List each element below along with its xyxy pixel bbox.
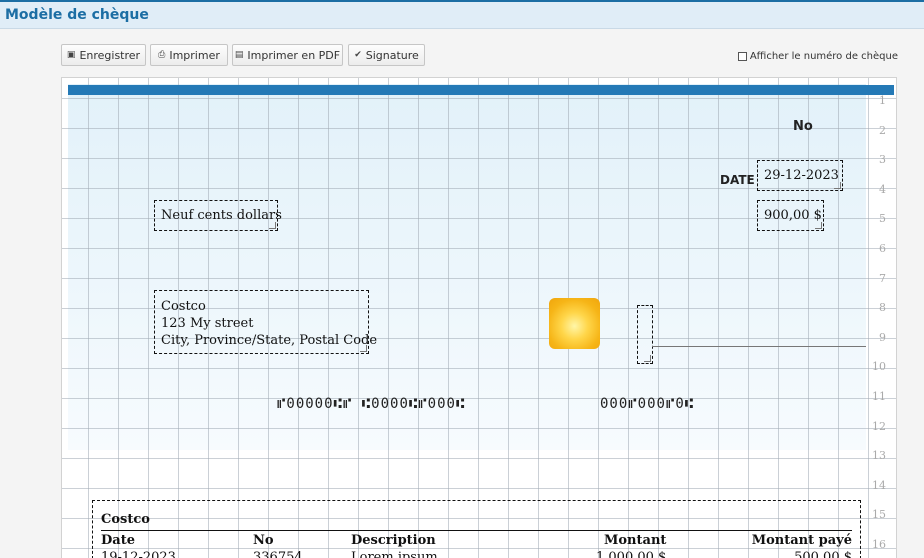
- payee-address-field[interactable]: Costco 123 My street City, Province/Stat…: [154, 290, 378, 354]
- row-number: 5: [879, 212, 886, 226]
- row-number: 7: [879, 271, 886, 285]
- resize-handle-icon[interactable]: [834, 182, 841, 189]
- date-field[interactable]: 29-12-2023: [757, 160, 843, 191]
- payee-city: City, Province/State, Postal Code: [161, 333, 378, 348]
- signature-button[interactable]: ✔ Signature: [348, 44, 425, 66]
- stub-header-date: Date: [101, 533, 135, 548]
- row-number: 1: [879, 94, 886, 107]
- stub-row-paid: 500,00 $: [794, 550, 852, 558]
- print-pdf-button[interactable]: ▤ Imprimer en PDF: [232, 44, 343, 66]
- floppy-icon: ▣: [66, 50, 76, 60]
- stub-divider: [101, 530, 852, 531]
- row-number: 8: [879, 301, 886, 315]
- page-title: Modèle de chèque: [5, 7, 149, 23]
- date-label: DATE: [720, 173, 755, 187]
- row-number: 9: [879, 330, 886, 344]
- signature-label: Signature: [365, 48, 419, 62]
- row-number: 6: [879, 242, 886, 255]
- resize-handle-icon[interactable]: [269, 222, 276, 229]
- row-number: 3: [879, 153, 886, 167]
- amount-words-field[interactable]: Neuf cents dollars: [154, 200, 282, 231]
- stub-company: Costco: [101, 512, 150, 527]
- micr-account: 000⑈000⑈0⑆: [600, 396, 695, 412]
- check-circle-icon: ✔: [354, 50, 362, 60]
- pdf-icon: ▤: [234, 50, 244, 60]
- resize-handle-icon[interactable]: [360, 345, 367, 352]
- row-number: 10: [872, 360, 886, 374]
- stub-header-description: Description: [351, 533, 436, 548]
- signature-line: [652, 346, 866, 347]
- row-number: 2: [879, 123, 886, 137]
- micr-routing: ⑈00000⑆⑈ ⑆0000⑆⑈000⑆: [277, 396, 466, 412]
- amount-value: 900,00 $: [764, 208, 822, 223]
- row-number: 15: [872, 508, 886, 522]
- date-value: 29-12-2023: [764, 168, 839, 183]
- show-number-checkbox[interactable]: [737, 52, 747, 61]
- save-button[interactable]: ▣ Enregistrer: [61, 44, 146, 66]
- row-number: 14: [872, 478, 886, 492]
- cheque-top-band: [68, 85, 894, 95]
- save-label: Enregistrer: [79, 48, 141, 62]
- row-number: 11: [872, 390, 886, 403]
- stub-header-no: No: [253, 533, 274, 548]
- print-button[interactable]: ⎙ Imprimer: [150, 44, 228, 66]
- amount-words-value: Neuf cents dollars: [161, 208, 282, 223]
- stub-row-date: 19-12-2023: [101, 550, 176, 558]
- cheque-canvas: 1 2 3 4 5 6 7 8 9 10 11 12 13 14 15 16 No DATE 29-12-20…: [61, 77, 897, 558]
- cheque-stub[interactable]: Costco Date No Description Montant Monta…: [92, 500, 861, 558]
- printer-icon: ⎙: [158, 50, 166, 60]
- title-bar: Modèle de chèque: [0, 0, 924, 29]
- signature-field[interactable]: [637, 305, 653, 364]
- show-number-toggle[interactable]: Afficher le numéro de chèque: [737, 51, 898, 62]
- row-number: 12: [872, 419, 886, 433]
- cheque-number-label: No: [793, 119, 813, 134]
- payee-street: 123 My street: [161, 316, 254, 331]
- stub-row-description: Lorem ipsum: [351, 550, 438, 558]
- payee-name: Costco: [161, 299, 206, 314]
- resize-handle-icon[interactable]: [815, 222, 822, 229]
- stub-header-amount: Montant: [604, 533, 667, 548]
- resize-handle-icon[interactable]: [644, 355, 651, 362]
- row-number: 13: [872, 449, 886, 463]
- print-pdf-label: Imprimer en PDF: [247, 48, 341, 62]
- stub-header-paid: Montant payé: [751, 533, 852, 548]
- show-number-label: Afficher le numéro de chèque: [749, 51, 898, 62]
- row-number: 16: [872, 538, 886, 551]
- print-label: Imprimer: [169, 48, 220, 62]
- stub-row-no: 336754: [253, 550, 303, 558]
- stub-row-amount: 1 000,00 $: [596, 550, 667, 558]
- amount-field[interactable]: 900,00 $: [757, 200, 824, 231]
- chip-logo: [549, 298, 600, 349]
- row-number: 4: [879, 182, 886, 196]
